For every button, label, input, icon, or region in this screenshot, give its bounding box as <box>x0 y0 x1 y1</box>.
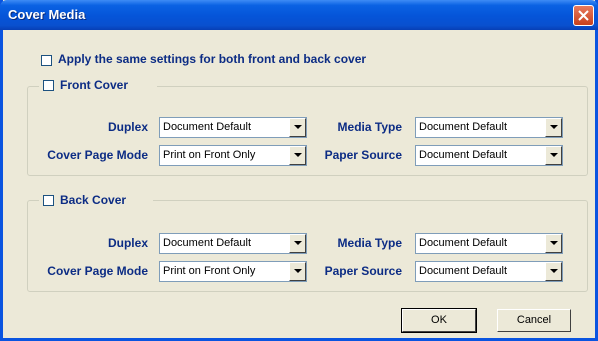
front-cover-page-mode-value: Print on Front Only <box>163 149 256 161</box>
front-paper-source-label: Paper Source <box>324 148 402 162</box>
front-media-type-select[interactable]: Document Default <box>415 117 563 138</box>
close-icon <box>578 10 589 21</box>
back-duplex-label: Duplex <box>107 236 148 250</box>
back-cover-title: Back Cover <box>60 193 127 207</box>
cover-media-dialog: Cover Media Apply the same settings for … <box>0 0 598 341</box>
chevron-down-icon <box>294 125 302 129</box>
back-paper-source-label: Paper Source <box>324 264 402 278</box>
front-duplex-label: Duplex <box>107 120 148 134</box>
front-cover-page-mode-select[interactable]: Print on Front Only <box>159 145 307 166</box>
cancel-button[interactable]: Cancel <box>497 309 571 332</box>
back-duplex-dropdown-button[interactable] <box>289 234 306 253</box>
apply-same-checkbox[interactable] <box>41 55 52 66</box>
back-media-type-select[interactable]: Document Default <box>415 233 563 254</box>
chevron-down-icon <box>294 241 302 245</box>
back-cover-legend: Back Cover <box>39 193 153 209</box>
front-duplex-value: Document Default <box>163 121 252 133</box>
apply-same-label: Apply the same settings for both front a… <box>58 52 367 66</box>
front-cover-page-mode-dropdown-button[interactable] <box>289 146 306 165</box>
back-media-type-label: Media Type <box>337 236 402 250</box>
back-cover-checkbox[interactable] <box>43 195 54 206</box>
back-duplex-value: Document Default <box>163 237 252 249</box>
back-duplex-select[interactable]: Document Default <box>159 233 307 254</box>
back-media-type-value: Document Default <box>419 237 508 249</box>
back-paper-source-dropdown-button[interactable] <box>545 262 562 281</box>
ok-button[interactable]: OK <box>401 308 477 333</box>
chevron-down-icon <box>294 153 302 157</box>
chevron-down-icon <box>294 269 302 273</box>
chevron-down-icon <box>550 269 558 273</box>
back-paper-source-select[interactable]: Document Default <box>415 261 563 282</box>
front-cover-page-mode-label: Cover Page Mode <box>47 148 148 162</box>
close-button[interactable] <box>573 5 594 26</box>
back-media-type-dropdown-button[interactable] <box>545 234 562 253</box>
dialog-title: Cover Media <box>8 7 86 22</box>
chevron-down-icon <box>550 125 558 129</box>
back-cover-page-mode-select[interactable]: Print on Front Only <box>159 261 307 282</box>
back-cover-page-mode-label: Cover Page Mode <box>47 264 148 278</box>
front-paper-source-value: Document Default <box>419 149 508 161</box>
front-cover-title: Front Cover <box>60 78 129 92</box>
chevron-down-icon <box>550 241 558 245</box>
back-paper-source-value: Document Default <box>419 265 508 277</box>
front-paper-source-select[interactable]: Document Default <box>415 145 563 166</box>
chevron-down-icon <box>550 153 558 157</box>
back-cover-page-mode-value: Print on Front Only <box>163 265 256 277</box>
front-duplex-dropdown-button[interactable] <box>289 118 306 137</box>
back-cover-page-mode-dropdown-button[interactable] <box>289 262 306 281</box>
front-cover-checkbox[interactable] <box>43 80 54 91</box>
front-media-type-value: Document Default <box>419 121 508 133</box>
front-media-type-label: Media Type <box>337 120 402 134</box>
front-paper-source-dropdown-button[interactable] <box>545 146 562 165</box>
title-bar[interactable]: Cover Media <box>0 0 598 30</box>
front-media-type-dropdown-button[interactable] <box>545 118 562 137</box>
front-duplex-select[interactable]: Document Default <box>159 117 307 138</box>
front-cover-legend: Front Cover <box>39 78 157 94</box>
